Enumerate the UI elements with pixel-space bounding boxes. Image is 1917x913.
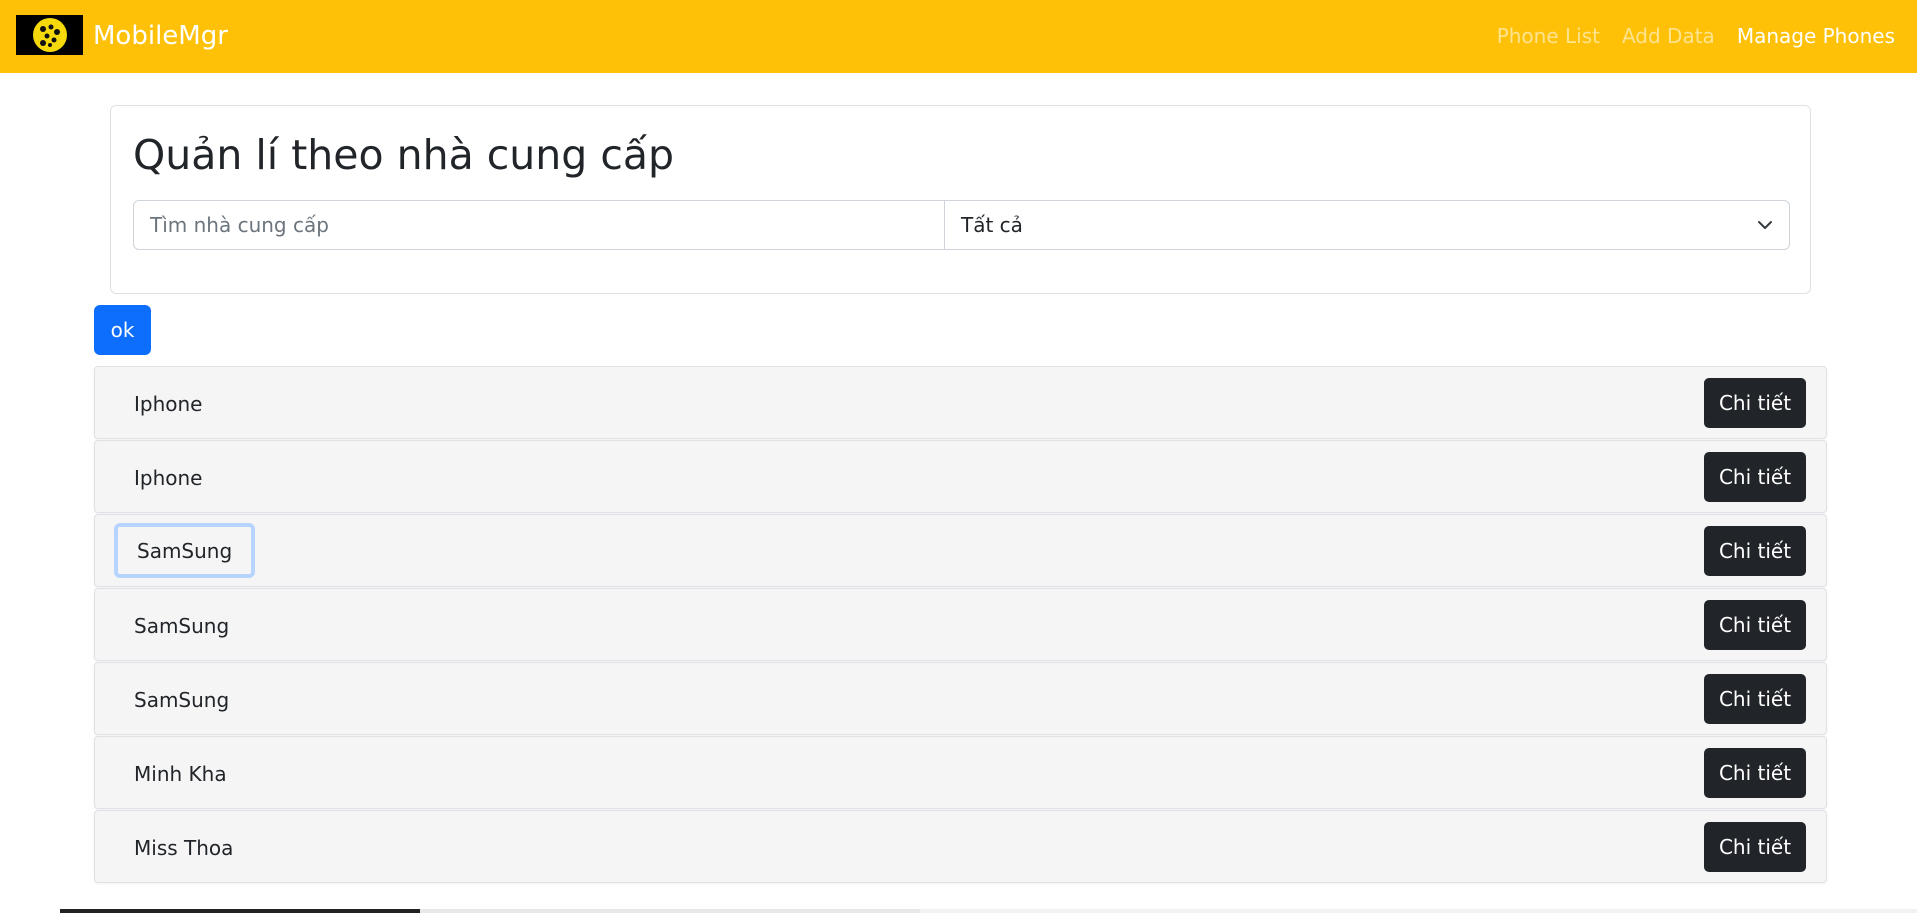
filter-input-group: Tất cả xyxy=(133,200,1790,250)
nav-link-phone-list[interactable]: Phone List xyxy=(1497,22,1600,50)
bottom-edge-strip xyxy=(0,909,1917,913)
detail-button[interactable]: Chi tiết xyxy=(1704,452,1806,502)
list-item: SamSung Chi tiết xyxy=(94,588,1827,661)
chevron-down-icon xyxy=(1758,221,1772,229)
ok-button[interactable]: ok xyxy=(94,305,151,355)
provider-name: SamSung xyxy=(134,687,230,712)
detail-button[interactable]: Chi tiết xyxy=(1704,674,1806,724)
nav-link-manage-phones[interactable]: Manage Phones xyxy=(1737,22,1895,50)
brand-logo[interactable] xyxy=(16,15,83,55)
list-item: SamSung Chi tiết xyxy=(94,514,1827,587)
phone-dots-logo-icon xyxy=(32,18,67,52)
nav-links: Phone List Add Data Manage Phones xyxy=(1497,22,1895,50)
detail-button[interactable]: Chi tiết xyxy=(1704,822,1806,872)
provider-name[interactable]: SamSung xyxy=(114,523,256,578)
provider-name: Iphone xyxy=(134,465,203,490)
provider-list: Iphone Chi tiết Iphone Chi tiết SamSung … xyxy=(94,366,1827,884)
top-navbar: MobileMgr Phone List Add Data Manage Pho… xyxy=(0,0,1917,73)
detail-button[interactable]: Chi tiết xyxy=(1704,748,1806,798)
list-item: SamSung Chi tiết xyxy=(94,662,1827,735)
provider-name: SamSung xyxy=(134,613,230,638)
detail-button[interactable]: Chi tiết xyxy=(1704,378,1806,428)
nav-link-add-data[interactable]: Add Data xyxy=(1622,22,1715,50)
list-item: Iphone Chi tiết xyxy=(94,440,1827,513)
provider-select[interactable]: Tất cả xyxy=(945,200,1790,250)
list-item: Iphone Chi tiết xyxy=(94,366,1827,439)
list-item: Minh Kha Chi tiết xyxy=(94,736,1827,809)
provider-select-value: Tất cả xyxy=(961,213,1023,237)
detail-button[interactable]: Chi tiết xyxy=(1704,600,1806,650)
provider-search-input[interactable] xyxy=(133,200,945,250)
brand-name[interactable]: MobileMgr xyxy=(93,19,228,53)
list-item: Miss Thoa Chi tiết xyxy=(94,810,1827,883)
page-title: Quản lí theo nhà cung cấp xyxy=(133,131,675,179)
filter-card: Quản lí theo nhà cung cấp Tất cả xyxy=(110,105,1811,294)
provider-name: Iphone xyxy=(134,391,203,416)
detail-button[interactable]: Chi tiết xyxy=(1704,526,1806,576)
provider-name: Miss Thoa xyxy=(134,835,234,860)
provider-name: Minh Kha xyxy=(134,761,227,786)
